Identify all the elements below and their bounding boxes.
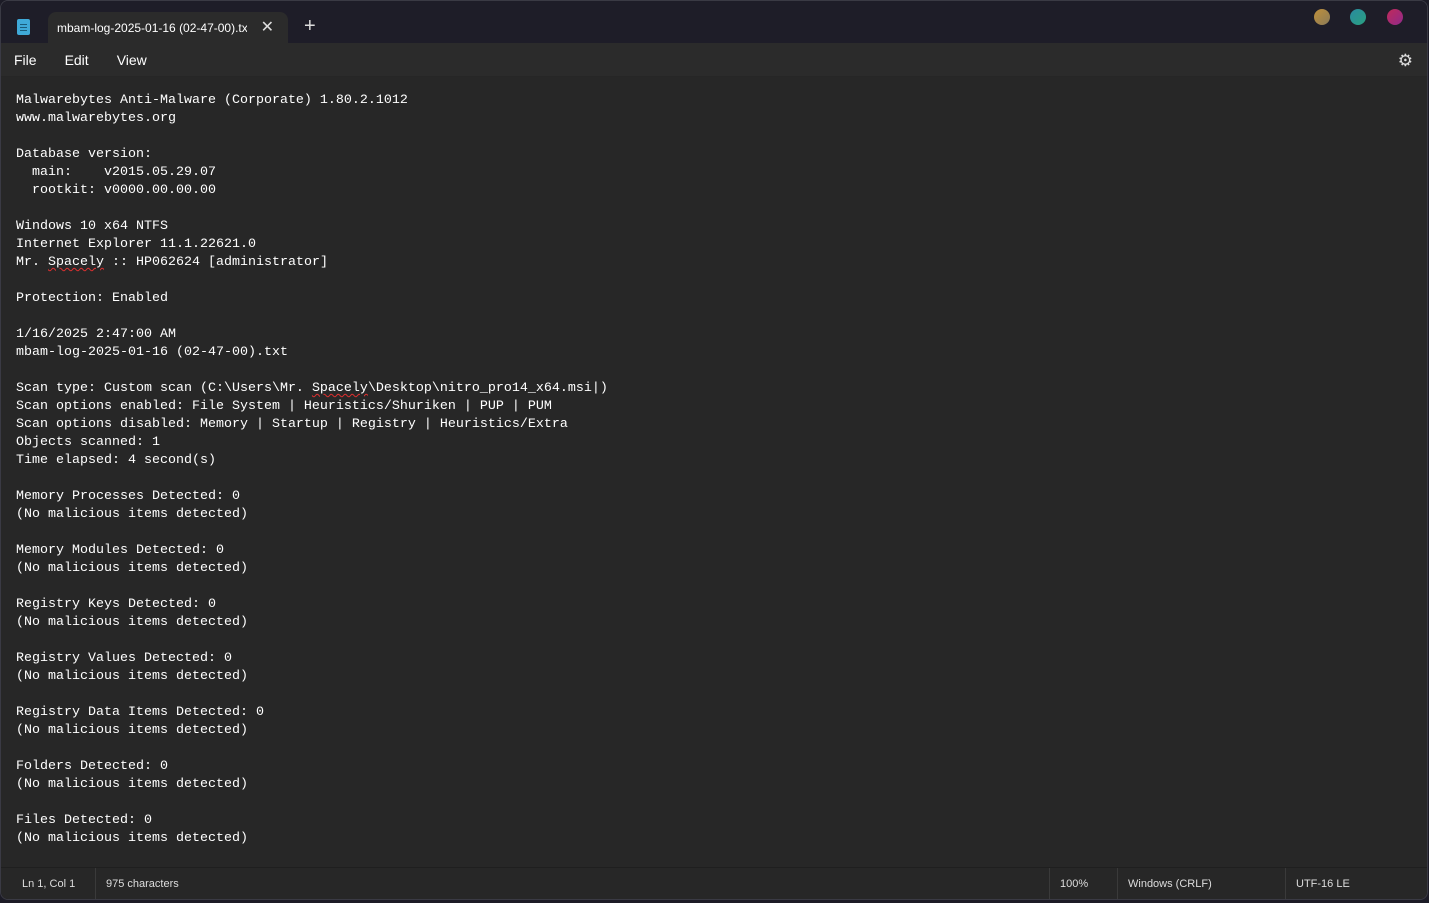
misspelled-word[interactable]: Spacely — [312, 381, 368, 396]
text-line — [16, 362, 1427, 380]
menu-file[interactable]: File — [14, 52, 37, 68]
close-tab-icon[interactable]: ✕ — [261, 17, 274, 37]
text-editor[interactable]: Malwarebytes Anti-Malware (Corporate) 1.… — [1, 77, 1427, 867]
text-line — [16, 200, 1427, 218]
text-line: Registry Values Detected: 0 — [16, 651, 232, 666]
text-line — [16, 128, 1427, 146]
menu-edit[interactable]: Edit — [65, 52, 89, 68]
text-line: mbam-log-2025-01-16 (02-47-00).txt — [16, 345, 288, 360]
text-line: Scan options enabled: File System | Heur… — [16, 399, 552, 414]
notepad-window: mbam-log-2025-01-16 (02-47-00).txt ✕ + F… — [0, 0, 1428, 900]
text-line: (No malicious items detected) — [16, 831, 248, 846]
text-line — [16, 578, 1427, 596]
text-line: Files Detected: 0 — [16, 813, 152, 828]
new-tab-button[interactable]: + — [304, 15, 316, 38]
status-bar: Ln 1, Col 1 975 characters 100% Windows … — [1, 867, 1427, 899]
status-encoding[interactable]: UTF-16 LE — [1285, 868, 1350, 899]
text-line: Mr. Spacely :: HP062624 [administrator] — [16, 255, 328, 270]
text-line: Internet Explorer 11.1.22621.0 — [16, 237, 256, 252]
text-line: (No malicious items detected) — [16, 669, 248, 684]
menu-view[interactable]: View — [117, 52, 147, 68]
misspelled-word[interactable]: Spacely — [48, 255, 104, 270]
text-line: (No malicious items detected) — [16, 615, 248, 630]
text-line: (No malicious items detected) — [16, 507, 248, 522]
text-line: Malwarebytes Anti-Malware (Corporate) 1.… — [16, 93, 408, 108]
text-line: www.malwarebytes.org — [16, 111, 176, 126]
text-line: (No malicious items detected) — [16, 723, 248, 738]
text-line: Registry Data Items Detected: 0 — [16, 705, 264, 720]
text-line: Folders Detected: 0 — [16, 759, 168, 774]
text-line — [16, 524, 1427, 542]
text-line: Scan options disabled: Memory | Startup … — [16, 417, 568, 432]
status-character-count: 975 characters — [95, 868, 179, 899]
text-line — [16, 272, 1427, 290]
menu-bar: File Edit View ⚙ — [1, 43, 1427, 77]
text-line: Memory Processes Detected: 0 — [16, 489, 240, 504]
text-line: Protection: Enabled — [16, 291, 168, 306]
text-line: Objects scanned: 1 — [16, 435, 160, 450]
text-line: Database version: — [16, 147, 152, 162]
text-line — [16, 470, 1427, 488]
title-bar[interactable]: mbam-log-2025-01-16 (02-47-00).txt ✕ + — [1, 1, 1427, 43]
text-line: Windows 10 x64 NTFS — [16, 219, 168, 234]
notepad-app-icon — [17, 19, 30, 35]
text-line: Memory Modules Detected: 0 — [16, 543, 224, 558]
text-line: Scan type: Custom scan (C:\Users\Mr. Spa… — [16, 381, 608, 396]
status-line-ending[interactable]: Windows (CRLF) — [1117, 868, 1212, 899]
text-line — [16, 740, 1427, 758]
text-line: rootkit: v0000.00.00.00 — [16, 183, 216, 198]
text-line: main: v2015.05.29.07 — [16, 165, 216, 180]
tab-title: mbam-log-2025-01-16 (02-47-00).txt — [57, 20, 247, 35]
tab-active-file[interactable]: mbam-log-2025-01-16 (02-47-00).txt ✕ — [48, 12, 288, 43]
text-line: (No malicious items detected) — [16, 777, 248, 792]
text-line: (No malicious items detected) — [16, 561, 248, 576]
text-line — [16, 794, 1427, 812]
window-dot-2[interactable] — [1350, 9, 1366, 25]
status-cursor-position: Ln 1, Col 1 — [22, 878, 76, 890]
status-zoom[interactable]: 100% — [1049, 868, 1088, 899]
text-line: Time elapsed: 4 second(s) — [16, 453, 216, 468]
text-line: 1/16/2025 2:47:00 AM — [16, 327, 176, 342]
window-dot-1[interactable] — [1314, 9, 1330, 25]
settings-gear-icon[interactable]: ⚙ — [1398, 51, 1413, 71]
window-dot-3[interactable] — [1387, 9, 1403, 25]
text-line — [16, 308, 1427, 326]
text-line — [16, 632, 1427, 650]
text-line: Registry Keys Detected: 0 — [16, 597, 216, 612]
text-line — [16, 686, 1427, 704]
